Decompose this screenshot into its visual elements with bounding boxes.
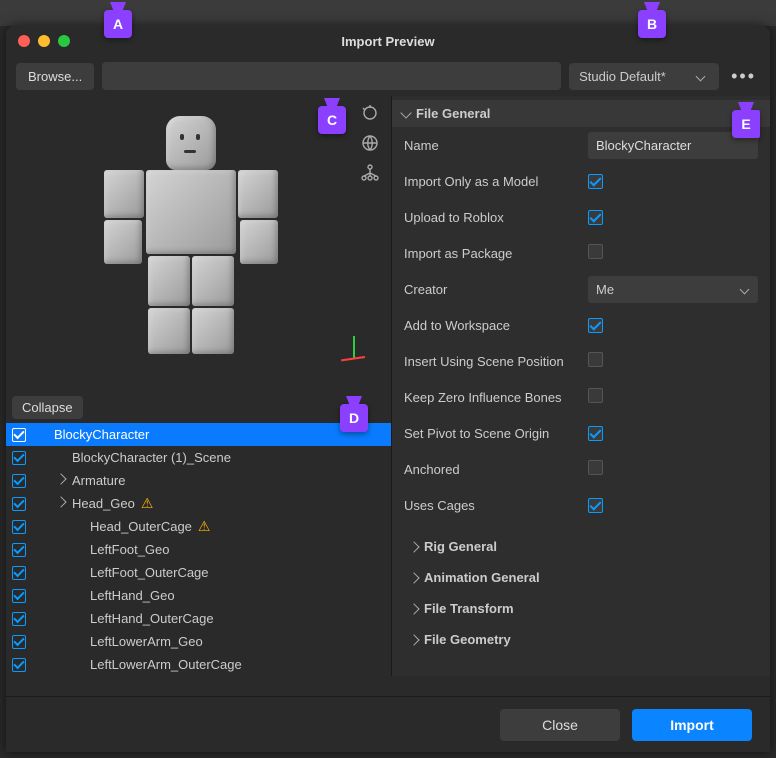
hierarchy-item-label: Armature [72,473,125,488]
checkbox-icon[interactable] [12,658,26,672]
checkbox-scene-position[interactable] [588,352,603,367]
checkbox-import-only-model[interactable] [588,174,603,189]
hierarchy-tree[interactable]: BlockyCharacter BlockyCharacter (1)_Scene… [6,423,391,676]
hierarchy-item-label: LeftFoot_OuterCage [90,565,209,580]
hierarchy-row[interactable]: LeftLowerArm_OuterCage [6,653,391,676]
creator-dropdown[interactable]: Me [588,276,758,303]
import-button[interactable]: Import [632,709,752,741]
checkbox-upload-roblox[interactable] [588,210,603,225]
prop-label-pivot: Set Pivot to Scene Origin [404,426,588,441]
marker-d: D [340,404,368,432]
checkbox-icon[interactable] [12,497,26,511]
hierarchy-row[interactable]: Head_Geo ⚠ [6,492,391,515]
inspector-panel: File General Name Import Only as a Model… [391,96,770,676]
chevron-right-icon [408,572,419,583]
checkbox-anchored[interactable] [588,460,603,475]
axis-gizmo [341,336,367,362]
warning-icon: ⚠ [141,495,154,512]
checkbox-uses-cages[interactable] [588,498,603,513]
section-title: File General [416,106,490,121]
hierarchy-row[interactable]: LeftFoot_Geo [6,538,391,561]
prop-label-add-workspace: Add to Workspace [404,318,588,333]
hierarchy-item-label: Head_OuterCage [90,519,192,534]
marker-e: E [732,110,760,138]
expander-icon[interactable] [56,498,66,509]
section-title: Animation General [424,570,540,585]
world-icon[interactable] [359,132,381,154]
prop-label-zero-bones: Keep Zero Influence Bones [404,390,588,405]
hierarchy-row[interactable]: LeftLowerArm_Geo [6,630,391,653]
checkbox-icon[interactable] [12,543,26,557]
hierarchy-item-label: LeftLowerArm_OuterCage [90,657,242,672]
marker-a: A [104,10,132,38]
warning-icon: ⚠ [198,518,211,535]
toolbar: Browse... Studio Default* ••• [6,56,770,96]
hierarchy-row[interactable]: BlockyCharacter [6,423,391,446]
section-collapsed[interactable]: Animation General [392,562,770,593]
checkbox-icon[interactable] [12,635,26,649]
chevron-down-icon [696,71,706,81]
prop-label-import-model: Import Only as a Model [404,174,588,189]
checkbox-import-package[interactable] [588,244,603,259]
prop-label-scene-position: Insert Using Scene Position [404,354,588,369]
marker-b: B [638,10,666,38]
prop-label-name: Name [404,138,588,153]
checkbox-icon[interactable] [12,589,26,603]
browse-button[interactable]: Browse... [16,63,94,90]
close-button[interactable]: Close [500,709,620,741]
hierarchy-item-label: LeftHand_Geo [90,588,175,603]
hierarchy-item-label: BlockyCharacter [54,427,149,442]
section-file-general[interactable]: File General [392,100,770,127]
prop-label-anchored: Anchored [404,462,588,477]
hierarchy-row[interactable]: BlockyCharacter (1)_Scene [6,446,391,469]
hierarchy-item-label: LeftLowerArm_Geo [90,634,203,649]
hierarchy-item-label: Head_Geo [72,496,135,511]
hierarchy-row[interactable]: LeftFoot_OuterCage [6,561,391,584]
section-collapsed[interactable]: File Transform [392,593,770,624]
hierarchy-row[interactable]: Head_OuterCage ⚠ [6,515,391,538]
section-title: File Geometry [424,632,511,647]
checkbox-icon[interactable] [12,451,26,465]
hierarchy-row[interactable]: LeftHand_Geo [6,584,391,607]
checkbox-add-workspace[interactable] [588,318,603,333]
checkbox-pivot-origin[interactable] [588,426,603,441]
hierarchy-row[interactable]: Armature [6,469,391,492]
chevron-right-icon [408,634,419,645]
checkbox-icon[interactable] [12,612,26,626]
chevron-right-icon [408,541,419,552]
hierarchy-row[interactable]: LeftHand_OuterCage [6,607,391,630]
dialog-footer: Close Import [6,696,770,752]
expander-icon[interactable] [56,475,66,486]
preset-label: Studio Default* [579,69,666,84]
checkbox-icon[interactable] [12,474,26,488]
hierarchy-item-label: LeftHand_OuterCage [90,611,214,626]
checkbox-icon[interactable] [12,520,26,534]
preview-viewport[interactable] [6,96,391,392]
collapse-button[interactable]: Collapse [12,396,83,419]
rig-hierarchy-icon[interactable] [359,162,381,184]
import-preset-dropdown[interactable]: Studio Default* [569,63,719,90]
section-collapsed[interactable]: File Geometry [392,624,770,655]
checkbox-zero-bones[interactable] [588,388,603,403]
creator-value: Me [596,282,614,297]
section-title: File Transform [424,601,514,616]
reset-camera-icon[interactable] [359,102,381,124]
chevron-down-icon [740,284,750,294]
prop-label-cages: Uses Cages [404,498,588,513]
section-collapsed[interactable]: Rig General [392,531,770,562]
chevron-right-icon [408,603,419,614]
checkbox-icon[interactable] [12,566,26,580]
hierarchy-item-label: LeftFoot_Geo [90,542,170,557]
prop-label-creator: Creator [404,282,588,297]
checkbox-icon[interactable] [12,428,26,442]
more-options-button[interactable]: ••• [727,66,760,87]
section-title: Rig General [424,539,497,554]
chevron-down-icon [400,107,411,118]
file-path-field[interactable] [102,62,561,90]
prop-label-upload: Upload to Roblox [404,210,588,225]
hierarchy-item-label: BlockyCharacter (1)_Scene [72,450,231,465]
prop-label-package: Import as Package [404,246,588,261]
marker-c: C [318,106,346,134]
